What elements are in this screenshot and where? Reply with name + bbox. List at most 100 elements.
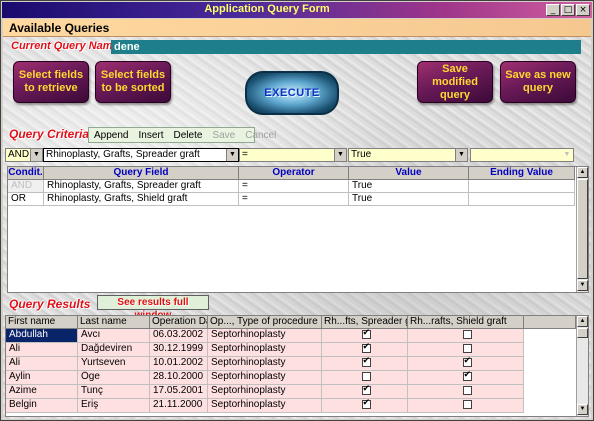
chevron-down-icon[interactable]: ▼ bbox=[455, 149, 467, 161]
criteria-cell-field[interactable]: Rhinoplasty, Grafts, Spreader graft bbox=[44, 180, 239, 193]
result-cell-operation-date[interactable]: 28.10.2000 bbox=[150, 371, 208, 385]
result-cell-first-name[interactable]: Abdullah bbox=[6, 329, 78, 343]
checkbox[interactable] bbox=[361, 329, 371, 339]
results-scrollbar[interactable]: ▲ ▼ bbox=[576, 316, 588, 416]
current-query-name-field[interactable]: dene bbox=[111, 40, 581, 54]
result-cell-first-name[interactable]: Aylin bbox=[6, 371, 78, 385]
result-cell-shield-graft[interactable] bbox=[408, 357, 524, 371]
select-fields-retrieve-button[interactable]: Select fields to retrieve bbox=[13, 61, 89, 103]
result-cell-spreader-graft[interactable] bbox=[322, 329, 408, 343]
criteria-cell-condition[interactable]: AND bbox=[8, 180, 44, 193]
checkbox[interactable] bbox=[462, 343, 472, 353]
insert-button[interactable]: Insert bbox=[133, 130, 168, 141]
ending-value-combo[interactable]: ▼ bbox=[470, 148, 574, 162]
criteria-col-value[interactable]: Value bbox=[349, 167, 469, 180]
criteria-col-condition[interactable]: Condit. bbox=[8, 167, 44, 180]
result-cell-last-name[interactable]: Öge bbox=[78, 371, 150, 385]
chevron-down-icon[interactable]: ▼ bbox=[226, 149, 238, 161]
chevron-down-icon[interactable]: ▼ bbox=[334, 149, 346, 161]
see-results-full-window-button[interactable]: See results full window bbox=[97, 295, 209, 321]
checkbox[interactable] bbox=[462, 385, 472, 395]
result-cell-shield-graft[interactable] bbox=[408, 329, 524, 343]
result-cell-last-name[interactable]: Tunç bbox=[78, 385, 150, 399]
chevron-down-icon[interactable]: ▼ bbox=[30, 149, 42, 161]
save-nav-button[interactable]: Save bbox=[207, 130, 240, 141]
criteria-cell-field[interactable]: Rhinoplasty, Grafts, Shield graft bbox=[44, 193, 239, 206]
result-cell-first-name[interactable]: Ali bbox=[6, 343, 78, 357]
result-cell-procedure-type[interactable]: Septorhinoplasty bbox=[208, 357, 322, 371]
criteria-cell-condition[interactable]: OR bbox=[8, 193, 44, 206]
result-cell-first-name[interactable]: Ali bbox=[6, 357, 78, 371]
result-cell-procedure-type[interactable]: Septorhinoplasty bbox=[208, 343, 322, 357]
value-combo[interactable]: True ▼ bbox=[348, 148, 468, 162]
result-cell-last-name[interactable]: Eriş bbox=[78, 399, 150, 413]
result-cell-procedure-type[interactable]: Septorhinoplasty bbox=[208, 371, 322, 385]
result-cell-procedure-type[interactable]: Septorhinoplasty bbox=[208, 399, 322, 413]
checkbox[interactable] bbox=[361, 385, 371, 395]
scroll-up-icon[interactable]: ▲ bbox=[577, 316, 588, 327]
results-col-spreader-graft[interactable]: Rh...fts, Spreader graft bbox=[322, 316, 408, 329]
result-cell-shield-graft[interactable] bbox=[408, 343, 524, 357]
save-modified-query-button[interactable]: Save modified query bbox=[417, 61, 493, 103]
checkbox[interactable] bbox=[361, 357, 371, 367]
criteria-col-operator[interactable]: Operator bbox=[239, 167, 349, 180]
criteria-cell-ending[interactable] bbox=[469, 193, 575, 206]
title-bar[interactable]: Application Query Form _ □ × bbox=[2, 2, 592, 18]
results-col-operation-date[interactable]: Operation Date bbox=[150, 316, 208, 329]
select-fields-sorted-button[interactable]: Select fields to be sorted bbox=[95, 61, 171, 103]
results-col-procedure-type[interactable]: Op..., Type of procedure bbox=[208, 316, 322, 329]
result-cell-operation-date[interactable]: 06.03.2002 bbox=[150, 329, 208, 343]
results-col-first-name[interactable]: First name bbox=[6, 316, 78, 329]
criteria-col-query-field[interactable]: Query Field bbox=[44, 167, 239, 180]
result-cell-last-name[interactable]: Dağdeviren bbox=[78, 343, 150, 357]
result-cell-spreader-graft[interactable] bbox=[322, 385, 408, 399]
result-cell-shield-graft[interactable] bbox=[408, 399, 524, 413]
close-button[interactable]: × bbox=[576, 4, 590, 16]
criteria-cell-value[interactable]: True bbox=[349, 193, 469, 206]
checkbox[interactable] bbox=[462, 329, 472, 339]
results-col-shield-graft[interactable]: Rh...rafts, Shield graft bbox=[408, 316, 524, 329]
result-cell-last-name[interactable]: Avcı bbox=[78, 329, 150, 343]
append-button[interactable]: Append bbox=[89, 130, 133, 141]
checkbox[interactable] bbox=[361, 371, 371, 381]
save-as-new-query-button[interactable]: Save as new query bbox=[500, 61, 576, 103]
result-cell-procedure-type[interactable]: Septorhinoplasty bbox=[208, 385, 322, 399]
checkbox[interactable] bbox=[462, 357, 472, 367]
result-cell-procedure-type[interactable]: Septorhinoplasty bbox=[208, 329, 322, 343]
checkbox[interactable] bbox=[462, 371, 472, 381]
result-cell-operation-date[interactable]: 21.11.2000 bbox=[150, 399, 208, 413]
result-cell-operation-date[interactable]: 10.01.2002 bbox=[150, 357, 208, 371]
scroll-thumb[interactable] bbox=[577, 179, 588, 279]
result-cell-operation-date[interactable]: 17.05.2001 bbox=[150, 385, 208, 399]
delete-button[interactable]: Delete bbox=[169, 130, 208, 141]
results-col-last-name[interactable]: Last name bbox=[78, 316, 150, 329]
maximize-button[interactable]: □ bbox=[561, 4, 575, 16]
available-queries-bar[interactable]: Available Queries bbox=[3, 19, 591, 37]
criteria-cell-ending[interactable] bbox=[469, 180, 575, 193]
result-cell-spreader-graft[interactable] bbox=[322, 399, 408, 413]
operator-combo[interactable]: = ▼ bbox=[239, 148, 347, 162]
result-cell-operation-date[interactable]: 30.12.1999 bbox=[150, 343, 208, 357]
condition-combo[interactable]: AND ▼ bbox=[5, 148, 43, 162]
scroll-down-icon[interactable]: ▼ bbox=[577, 280, 588, 291]
chevron-down-icon[interactable]: ▼ bbox=[561, 149, 573, 161]
result-cell-first-name[interactable]: Belgin bbox=[6, 399, 78, 413]
result-cell-spreader-graft[interactable] bbox=[322, 357, 408, 371]
scroll-up-icon[interactable]: ▲ bbox=[577, 167, 588, 178]
criteria-cell-operator[interactable]: = bbox=[239, 193, 349, 206]
cancel-nav-button[interactable]: Cancel bbox=[240, 130, 281, 141]
result-cell-first-name[interactable]: Azime bbox=[6, 385, 78, 399]
criteria-scrollbar[interactable]: ▲ ▼ bbox=[576, 167, 588, 292]
query-field-combo[interactable]: Rhinoplasty, Grafts, Spreader graft ▼ bbox=[43, 148, 239, 162]
result-cell-shield-graft[interactable] bbox=[408, 371, 524, 385]
checkbox[interactable] bbox=[361, 399, 371, 409]
scroll-thumb[interactable] bbox=[577, 328, 588, 338]
result-cell-spreader-graft[interactable] bbox=[322, 371, 408, 385]
criteria-col-ending-value[interactable]: Ending Value bbox=[469, 167, 575, 180]
criteria-cell-operator[interactable]: = bbox=[239, 180, 349, 193]
minimize-button[interactable]: _ bbox=[546, 4, 560, 16]
result-cell-last-name[interactable]: Yurtseven bbox=[78, 357, 150, 371]
scroll-down-icon[interactable]: ▼ bbox=[577, 404, 588, 415]
result-cell-shield-graft[interactable] bbox=[408, 385, 524, 399]
criteria-cell-value[interactable]: True bbox=[349, 180, 469, 193]
